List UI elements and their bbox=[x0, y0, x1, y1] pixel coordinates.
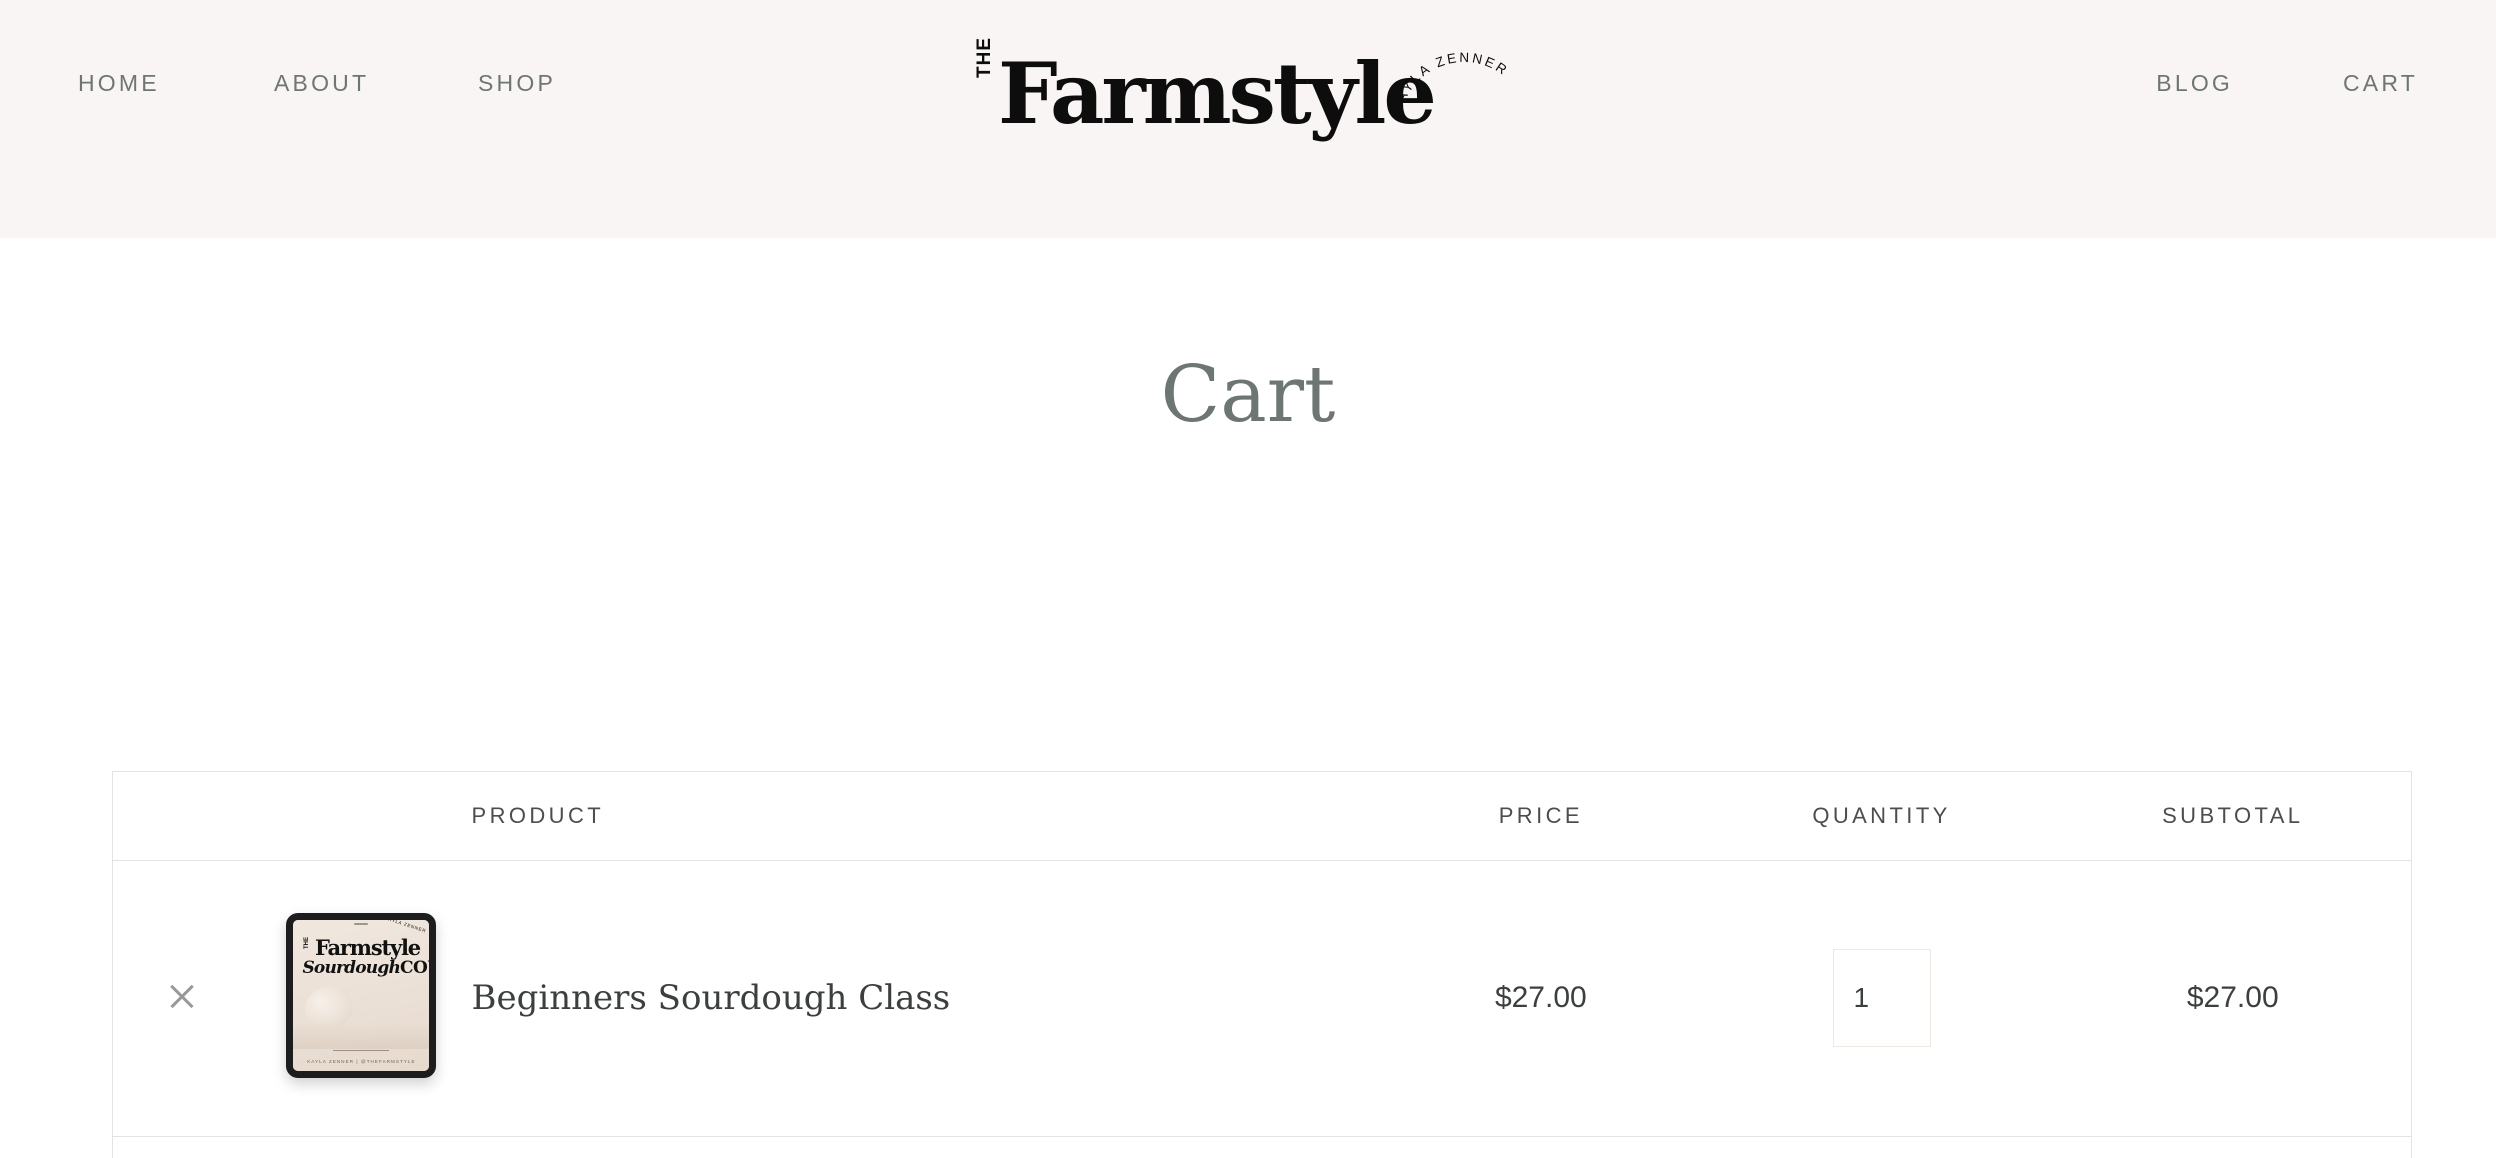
cart-actions-cell: UPDATE CART bbox=[113, 1136, 2411, 1158]
thumbnail-logo-title: Farmstyle bbox=[314, 935, 421, 960]
nav-link-shop[interactable]: SHOP bbox=[478, 70, 556, 97]
nav-link-home[interactable]: HOME bbox=[78, 70, 274, 97]
nav-link-blog[interactable]: BLOG bbox=[2156, 70, 2233, 97]
thumbnail-logo-block: THE Farmstyle SourdoughCOURSE bbox=[302, 935, 429, 978]
product-subtotal: $27.00 bbox=[2054, 860, 2411, 1137]
logo-wordmark: Farmstyle bbox=[998, 44, 1437, 143]
column-header-product: PRODUCT bbox=[471, 772, 1374, 861]
product-name-cell: Beginners Sourdough Class bbox=[471, 860, 1374, 1137]
column-header-quantity: QUANTITY bbox=[1708, 772, 2055, 861]
product-thumbnail-cell: THE Farmstyle SourdoughCOURSE KAYLA ZENN… bbox=[251, 860, 472, 1137]
thumbnail-logo-the: THE bbox=[304, 937, 311, 949]
column-header-remove bbox=[113, 772, 252, 861]
main-content: Cart PRODUCT PRICE QUANTITY SUBTOTAL THE… bbox=[0, 238, 2496, 1158]
product-name-link[interactable]: Beginners Sourdough Class bbox=[472, 978, 951, 1018]
page-title: Cart bbox=[1160, 350, 1336, 440]
primary-nav-right: BLOG CART bbox=[2156, 70, 2418, 97]
tablet-camera-icon bbox=[354, 923, 369, 925]
primary-nav-left: HOME ABOUT SHOP bbox=[78, 70, 556, 97]
thumbnail-footer-text: KAYLA ZENNER | @THEFARMSTYLE bbox=[307, 1059, 416, 1064]
thumbnail-gradient bbox=[293, 1023, 430, 1049]
logo-the-text: THE bbox=[974, 37, 995, 78]
logo-arc-text: KAYLA ZENNER bbox=[1389, 30, 1534, 134]
thumbnail-divider bbox=[333, 1050, 390, 1051]
nav-link-about[interactable]: ABOUT bbox=[274, 70, 478, 97]
remove-item-icon[interactable] bbox=[165, 979, 199, 1013]
remove-item-cell bbox=[113, 860, 252, 1137]
svg-text:KAYLA ZENNER: KAYLA ZENNER bbox=[1389, 50, 1511, 115]
column-header-thumbnail bbox=[251, 772, 472, 861]
cart-item-row: THE Farmstyle SourdoughCOURSE KAYLA ZENN… bbox=[113, 860, 2411, 1137]
nav-link-cart[interactable]: CART bbox=[2343, 70, 2418, 97]
cart-table: PRODUCT PRICE QUANTITY SUBTOTAL THE Farm… bbox=[112, 771, 2412, 1158]
cart-actions-row: UPDATE CART bbox=[113, 1136, 2411, 1158]
column-header-subtotal: SUBTOTAL bbox=[2054, 772, 2411, 861]
quantity-input[interactable] bbox=[1832, 949, 1931, 1047]
product-price: $27.00 bbox=[1373, 860, 1709, 1137]
column-header-price: PRICE bbox=[1373, 772, 1709, 861]
product-quantity-cell bbox=[1708, 860, 2055, 1137]
site-logo[interactable]: THE Farmstyle KAYLA ZENNER bbox=[968, 34, 1528, 164]
cart-table-header-row: PRODUCT PRICE QUANTITY SUBTOTAL bbox=[113, 772, 2411, 861]
thumbnail-logo-subtitle: SourdoughCOURSE bbox=[302, 958, 429, 978]
thumbnail-logo-script: Sourdough bbox=[302, 958, 401, 978]
site-header: HOME ABOUT SHOP THE Farmstyle KAYLA ZENN… bbox=[0, 0, 2496, 238]
product-thumbnail-image[interactable]: THE Farmstyle SourdoughCOURSE KAYLA ZENN… bbox=[286, 913, 437, 1078]
thumbnail-logo-course: COURSE bbox=[400, 958, 429, 978]
